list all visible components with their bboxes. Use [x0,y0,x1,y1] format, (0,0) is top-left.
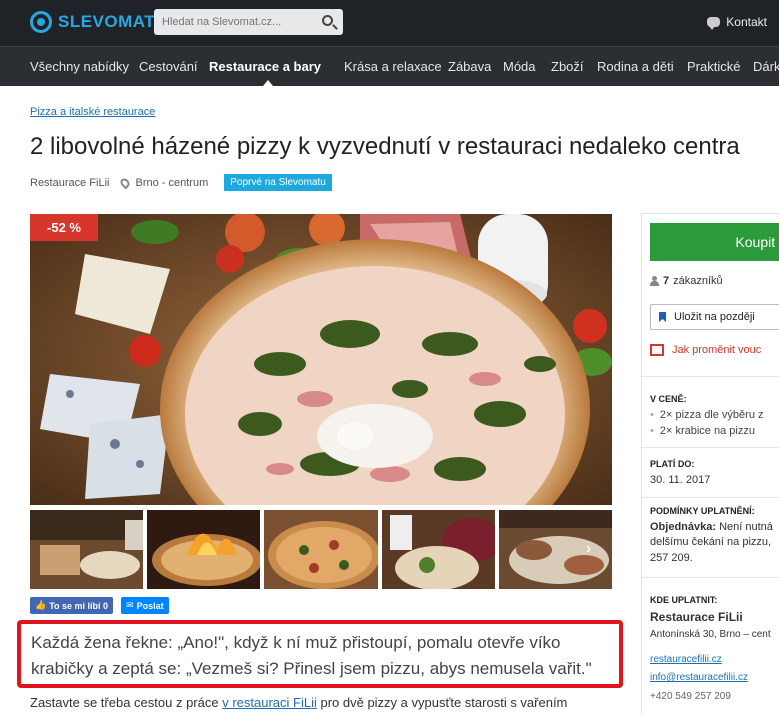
thumbnail-5[interactable] [498,510,613,589]
map-pin-icon [119,176,132,189]
customers-number: 7 [663,275,670,287]
thumbnail-next-icon[interactable]: › [586,540,591,558]
thumbnail-4[interactable] [381,510,495,589]
gift-voucher-link[interactable]: Jak proměnit vouc [650,344,761,356]
where-heading: KDE UPLATNIT: [650,595,718,605]
intro-text-end: pro dvě pizzy a vypusťte starosti s vaře… [316,695,568,710]
price-includes-heading: V CENĚ: [650,394,687,404]
breadcrumb[interactable]: Pizza a italské restaurace [30,106,155,118]
thumbnail-3[interactable] [264,510,378,589]
intro-text-start: Zastavte se třeba cestou z práce [30,695,223,710]
nav-item-zbozi[interactable]: Zboží [551,59,584,74]
thumbnail-salad-photo [381,510,495,589]
thumbs-up-icon: 👍 [35,600,47,610]
valid-until-date: 30. 11. 2017 [650,474,711,486]
conditions-text: Není nutná [716,521,773,533]
gift-icon [650,344,664,356]
intro-paragraph: Zastavte se třeba cestou z práce v resta… [30,695,567,710]
page-title: 2 libovolné házené pizzy k vyzvednutí v … [30,133,740,160]
where-name: Restaurace FiLii [650,610,743,624]
sidebar-divider [642,497,779,498]
highlighted-quote: Každá žena řekne: „Ano!", když k ní muž … [17,620,623,688]
sidebar-divider [642,447,779,448]
customers-label: zákazníků [673,275,723,287]
deal-meta: Restaurace FiLii Brno - centrum Poprvé n… [30,174,332,191]
person-icon [650,276,659,286]
hero-image[interactable] [30,214,612,505]
search-input[interactable] [154,9,343,35]
conditions-line: Objednávka: Není nutná [650,521,773,533]
nav-item-moda[interactable]: Móda [503,59,536,74]
contact-link[interactable]: Kontakt [707,15,767,30]
price-include-item: 2× krabice na pizzu [650,425,755,437]
restaurant-link[interactable]: v restauraci FiLii [222,695,317,710]
buy-button[interactable]: Koupit z [650,223,779,261]
restaurant-name[interactable]: Restaurace FiLii [30,177,109,189]
messenger-icon: ✉ [126,600,134,610]
bookmark-icon [659,312,666,322]
nav-item-krasa[interactable]: Krása a relaxace [344,59,442,74]
like-label: To se mi líbí 0 [49,600,109,611]
messenger-send-button[interactable]: ✉ Poslat [121,597,169,614]
sidebar-divider [642,577,779,578]
discount-badge: -52 % [30,214,98,241]
nav-item-prakticke[interactable]: Praktické [687,59,740,74]
logo[interactable]: SLEVOMAT [30,9,155,35]
purchase-sidebar: Koupit z 7 zákazníků Uložit na později J… [641,213,779,715]
valid-until-heading: PLATÍ DO: [650,459,695,469]
where-email-link[interactable]: info@restauracefilii.cz [650,672,748,683]
price-include-item: 2× pizza dle výběru z [650,409,764,421]
thumbnail-pizza-photo [264,510,378,589]
conditions-label: Objednávka: [650,521,717,533]
where-address: Antonínská 30, Brno – cent [650,629,771,640]
logo-text: SLEVOMAT [58,12,156,31]
active-nav-caret [263,80,273,86]
nav-item-darky[interactable]: Dárk [753,59,779,74]
facebook-like-button[interactable]: 👍 To se mi líbí 0 [30,597,114,614]
conditions-heading: PODMÍNKY UPLATNĚNÍ: [650,506,755,516]
thumbnail-kitchen-photo [30,510,144,589]
where-phone: +420 549 257 209 [650,691,731,702]
thumbnail-flambe-photo [147,510,261,589]
sidebar-divider [642,376,779,377]
conditions-line: 257 209. [650,552,693,564]
gift-label: Jak proměnit vouc [672,344,762,356]
search-icon[interactable] [322,15,333,26]
category-nav: Všechny nabídky Cestování Restaurace a b… [0,46,779,86]
customers-count: 7 zákazníků [650,275,723,287]
contact-label: Kontakt [726,15,767,29]
nav-item-zabava[interactable]: Zábava [448,59,491,74]
nav-item-restaurace[interactable]: Restaurace a bary [209,59,321,74]
thumbnail-table-photo [498,510,613,589]
thumbnail-2[interactable] [147,510,261,589]
logo-icon [30,11,52,33]
chat-icon [707,17,721,30]
top-bar: SLEVOMAT Kontakt [0,0,779,46]
where-website-link[interactable]: restauracefilii.cz [650,654,722,665]
nav-item-cestovani[interactable]: Cestování [139,59,198,74]
thumbnail-1[interactable] [30,510,144,589]
social-buttons: 👍 To se mi líbí 0 ✉ Poslat [30,597,169,614]
send-label: Poslat [136,600,164,611]
nav-item-rodina[interactable]: Rodina a děti [597,59,674,74]
nav-item-vsechny[interactable]: Všechny nabídky [30,59,129,74]
thumbnail-strip [30,510,613,589]
pizza-photo [30,214,612,505]
conditions-line: delšímu čekání na pizzu, [650,536,772,548]
location-label[interactable]: Brno - centrum [135,177,208,189]
first-time-badge: Poprvé na Slevomatu [224,174,332,191]
save-for-later-button[interactable]: Uložit na později [650,304,779,330]
save-label: Uložit na později [674,311,755,323]
